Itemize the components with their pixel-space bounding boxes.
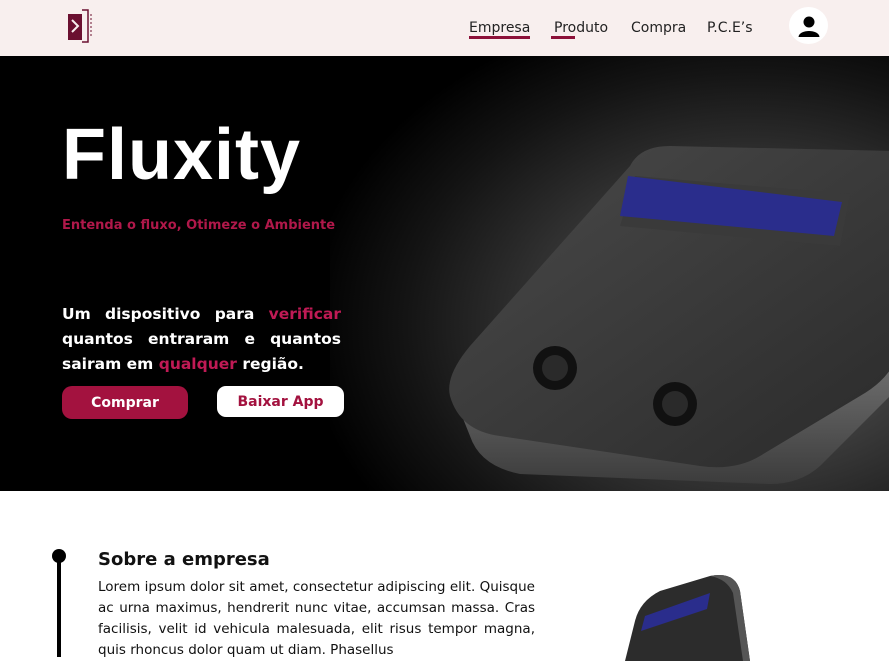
desc-highlight-verificar: verificar (268, 305, 341, 323)
desc-highlight-qualquer: qualquer (158, 355, 237, 373)
hero-tagline: Entenda o fluxo, Otimeze o Ambiente (62, 218, 336, 233)
produto-underline (551, 36, 575, 39)
brand-logo[interactable] (66, 8, 96, 44)
nav-link-compra[interactable]: Compra (631, 20, 686, 36)
top-navbar: Empresa Produto Compra P.C.E’s (0, 0, 889, 56)
about-text: Lorem ipsum dolor sit amet, consectetur … (98, 579, 535, 658)
hero-description: Um dispositivo para verificar quantos en… (62, 302, 341, 377)
hero-title: Fluxity (62, 115, 302, 195)
nav-link-produto[interactable]: Produto (554, 20, 608, 36)
about-section: Sobre a empresa Lorem ipsum dolor sit am… (0, 491, 889, 661)
hero-section: Fluxity Entenda o fluxo, Otimeze o Ambie… (0, 56, 889, 491)
nav-link-pces[interactable]: P.C.E’s (707, 20, 753, 36)
user-avatar-button[interactable] (789, 7, 828, 44)
desc-text-3: região. (236, 355, 304, 373)
download-app-button[interactable]: Baixar App (217, 386, 344, 417)
device-thumbnail-image (615, 571, 755, 665)
user-icon (798, 16, 819, 37)
timeline-line (57, 557, 61, 657)
nav-link-empresa[interactable]: Empresa (469, 20, 531, 39)
buy-button[interactable]: Comprar (62, 386, 188, 419)
desc-text-1: Um dispositivo para (62, 305, 269, 323)
about-title: Sobre a empresa (98, 549, 270, 570)
fluxity-device-image (440, 136, 889, 491)
